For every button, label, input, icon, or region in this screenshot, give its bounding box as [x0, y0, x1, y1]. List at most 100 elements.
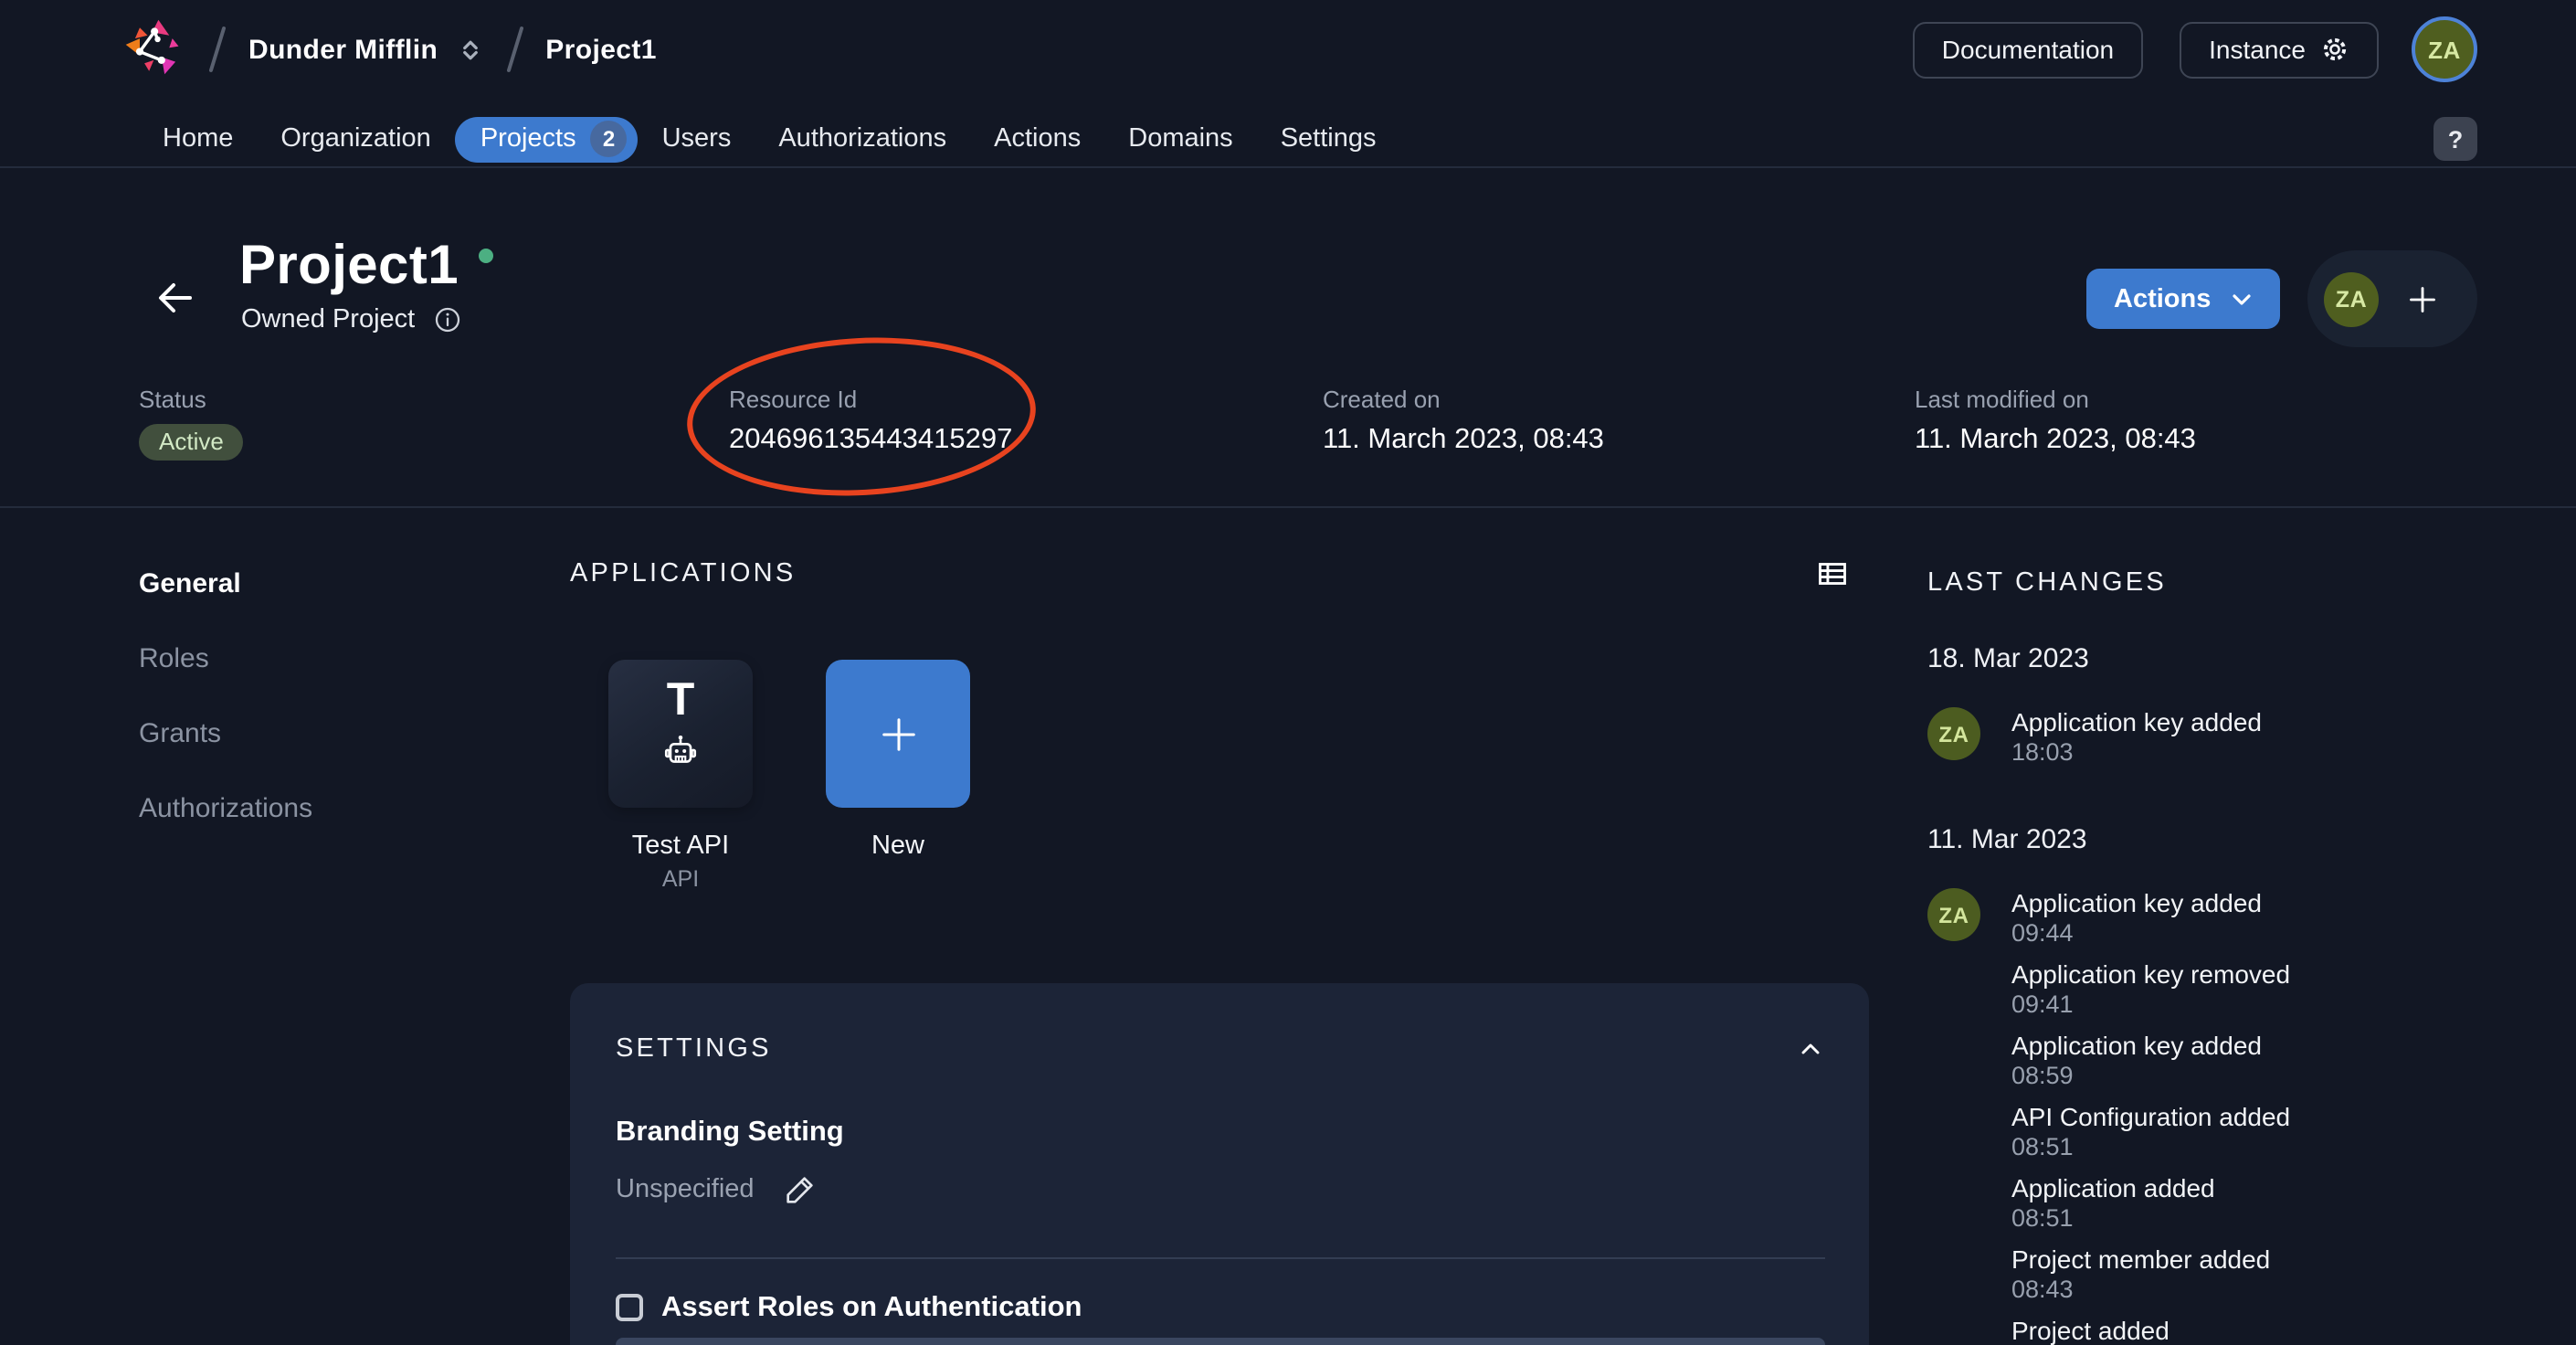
- tab-projects[interactable]: Projects 2: [455, 116, 639, 162]
- add-member-icon[interactable]: [2404, 281, 2441, 317]
- project-type: Owned Project: [241, 305, 462, 334]
- edit-branding-button[interactable]: [782, 1171, 818, 1208]
- modified-label: Last modified on: [1915, 386, 2196, 415]
- documentation-button[interactable]: Documentation: [1913, 21, 2143, 78]
- status-badge: Active: [139, 424, 244, 461]
- created-value: 11. March 2023, 08:43: [1323, 422, 1604, 457]
- sidebar-item-general[interactable]: General: [139, 568, 312, 599]
- pencil-icon: [782, 1171, 818, 1208]
- change-title: Application key added: [2011, 707, 2262, 736]
- app-name: Test API: [608, 831, 753, 863]
- change-entry: ZA Application key added 18:03: [1927, 707, 2530, 768]
- back-button[interactable]: [153, 276, 197, 320]
- user-avatar[interactable]: ZA: [2412, 16, 2477, 82]
- tab-actions[interactable]: Actions: [970, 116, 1104, 162]
- change-entry: Application added 08:51: [1927, 1173, 2530, 1234]
- tab-authorizations[interactable]: Authorizations: [755, 116, 970, 162]
- active-status-dot: [479, 249, 493, 263]
- change-text: Application key added 08:59: [2011, 1031, 2262, 1091]
- table-view-toggle[interactable]: [1816, 557, 1849, 590]
- change-title: Project member added: [2011, 1244, 2270, 1274]
- info-icon[interactable]: [433, 305, 462, 334]
- tab-users[interactable]: Users: [639, 116, 755, 162]
- applications-header: APPLICATIONS: [570, 557, 1849, 590]
- modified-value: 11. March 2023, 08:43: [1915, 422, 2196, 457]
- resource-id-value: 204696135443415297: [729, 422, 1012, 457]
- change-title: Application added: [2011, 1173, 2215, 1202]
- project-type-label: Owned Project: [241, 305, 415, 334]
- chevron-down-icon: [2227, 284, 2256, 313]
- zitadel-logo-icon[interactable]: [124, 18, 186, 80]
- last-changes-heading: LAST CHANGES: [1927, 568, 2530, 598]
- applications-heading: APPLICATIONS: [570, 559, 796, 588]
- breadcrumb-project[interactable]: Project1: [545, 34, 657, 65]
- last-changes-panel: LAST CHANGES 18. Mar 2023 ZA Application…: [1927, 568, 2530, 1345]
- resource-id-label: Resource Id: [729, 386, 1012, 415]
- change-entry: API Configuration added 08:51: [1927, 1102, 2530, 1162]
- org-name: Dunder Mifflin: [248, 34, 438, 65]
- change-text: Project member added 08:43: [2011, 1244, 2270, 1305]
- tab-settings[interactable]: Settings: [1257, 116, 1400, 162]
- zitadel-console: Dunder Mifflin Project1 Documentation In…: [0, 0, 2576, 1345]
- tab-home[interactable]: Home: [139, 116, 257, 162]
- breadcrumb-separator: [208, 26, 226, 73]
- robot-icon: [661, 733, 700, 771]
- change-text: Application key added 09:44: [2011, 888, 2262, 948]
- member-avatar: ZA: [2324, 271, 2379, 326]
- change-avatar: ZA: [1927, 888, 1980, 941]
- tab-domains[interactable]: Domains: [1104, 116, 1256, 162]
- created-label: Created on: [1323, 386, 1604, 415]
- change-entry: ZA Application key added 09:44: [1927, 888, 2530, 948]
- change-text: API Configuration added 08:51: [2011, 1102, 2290, 1162]
- change-title: Project added: [2011, 1316, 2170, 1345]
- page-title-text: Project1: [239, 236, 459, 298]
- change-time: 09:41: [2011, 990, 2290, 1020]
- collapse-settings-button[interactable]: [1796, 1034, 1825, 1064]
- change-text: Application key removed 09:41: [2011, 959, 2290, 1020]
- instance-button-label: Instance: [2209, 35, 2306, 64]
- change-title: Application key added: [2011, 1031, 2262, 1060]
- change-time: 08:51: [2011, 1204, 2215, 1234]
- change-entry: Application key added 08:59: [1927, 1031, 2530, 1091]
- tab-organization[interactable]: Organization: [257, 116, 454, 162]
- table-view-icon: [1816, 557, 1849, 590]
- change-time: 08:43: [2011, 1276, 2270, 1305]
- actions-button[interactable]: Actions: [2086, 269, 2280, 329]
- change-title: Application key added: [2011, 888, 2262, 917]
- help-button[interactable]: ?: [2433, 117, 2477, 161]
- change-time: 18:03: [2011, 738, 2262, 768]
- unfold-more-icon: [456, 36, 483, 63]
- change-date: 11. Mar 2023: [1927, 824, 2530, 857]
- header-divider: [0, 506, 2576, 508]
- tab-projects-label: Projects: [480, 116, 576, 162]
- branding-setting-label: Branding Setting: [616, 1117, 1825, 1149]
- change-title: Application key removed: [2011, 959, 2290, 989]
- change-avatar: ZA: [1927, 707, 1980, 760]
- sidebar-item-roles[interactable]: Roles: [139, 643, 312, 674]
- org-switcher[interactable]: Dunder Mifflin: [248, 34, 483, 65]
- change-time: 08:51: [2011, 1133, 2290, 1162]
- change-text: Application added 08:51: [2011, 1173, 2215, 1234]
- app-initial: T: [667, 672, 695, 727]
- assert-roles-option[interactable]: Assert Roles on Authentication: [616, 1290, 1825, 1325]
- project-members-pill[interactable]: ZA: [2307, 250, 2477, 347]
- new-app-label: New: [826, 831, 970, 863]
- settings-heading: SETTINGS: [616, 1034, 772, 1064]
- user-avatar-initials: ZA: [2428, 36, 2461, 63]
- change-entry: Project member added 08:43: [1927, 1244, 2530, 1305]
- created-meta: Created on 11. March 2023, 08:43: [1323, 386, 1604, 457]
- instance-button[interactable]: Instance: [2180, 21, 2379, 78]
- sidebar-item-authorizations[interactable]: Authorizations: [139, 793, 312, 824]
- sidebar-item-grants[interactable]: Grants: [139, 718, 312, 749]
- new-app-tile: [826, 660, 970, 808]
- settings-card: SETTINGS Branding Setting Unspecified As…: [570, 983, 1869, 1345]
- branding-setting-row: Unspecified: [616, 1171, 1825, 1208]
- actions-button-label: Actions: [2114, 284, 2211, 313]
- app-type: API: [608, 866, 753, 894]
- settings-card-header: SETTINGS: [616, 1034, 1825, 1064]
- status-label: Status: [139, 386, 244, 415]
- app-card-test-api[interactable]: T Test API API: [608, 660, 753, 894]
- app-card-tile: T: [608, 660, 753, 808]
- assert-roles-checkbox[interactable]: [616, 1294, 643, 1321]
- new-app-card[interactable]: New: [826, 660, 970, 894]
